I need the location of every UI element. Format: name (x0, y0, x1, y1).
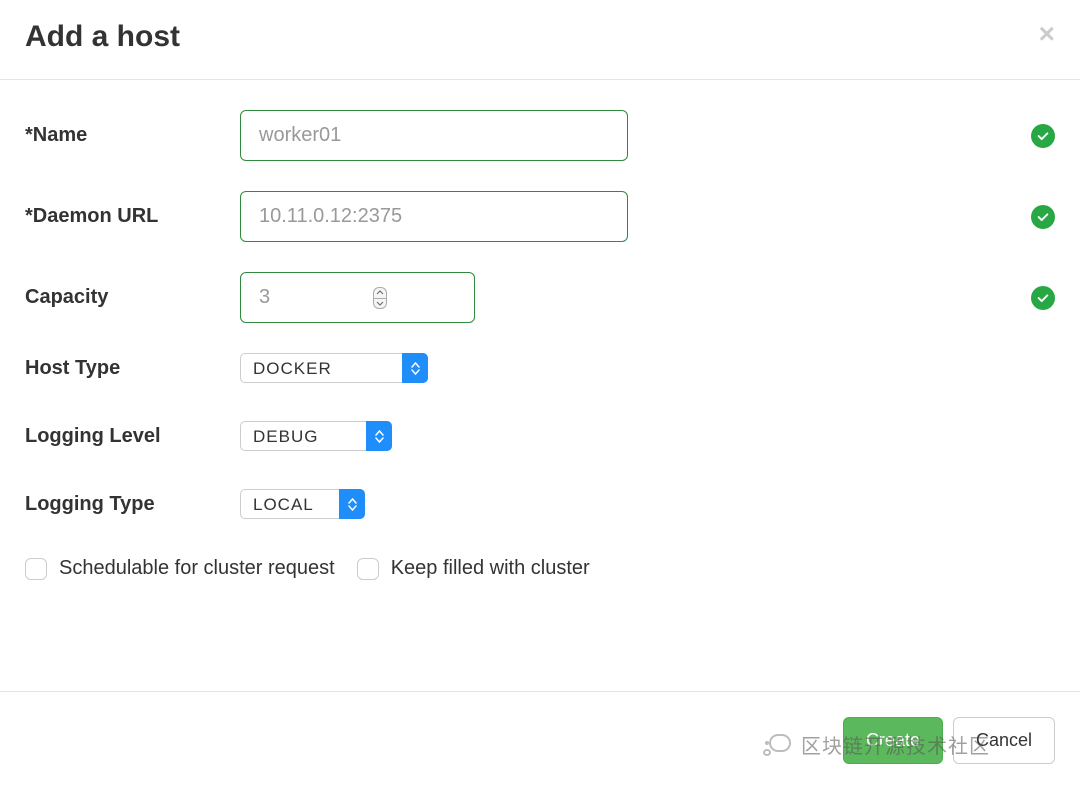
form-row-logging-level: Logging Level DEBUG (25, 421, 1055, 451)
form-row-name: *Name (25, 110, 1055, 161)
chevron-down-icon (376, 301, 384, 306)
schedulable-checkbox[interactable] (25, 558, 47, 580)
logging-type-label: Logging Type (25, 493, 240, 516)
logging-type-select-wrap: LOCAL (240, 489, 365, 519)
keep-filled-label: Keep filled with cluster (391, 557, 590, 580)
form-row-host-type: Host Type DOCKER (25, 353, 1055, 383)
check-circle-icon (1031, 124, 1055, 148)
name-input[interactable] (240, 110, 628, 161)
capacity-input-wrap (240, 272, 475, 323)
name-label: *Name (25, 124, 240, 147)
form-row-logging-type: Logging Type LOCAL (25, 489, 1055, 519)
logging-level-select[interactable]: DEBUG (240, 421, 392, 451)
modal-footer: Create Cancel (0, 691, 1080, 789)
spinner-down-button[interactable] (373, 298, 387, 309)
modal-header: Add a host × (0, 0, 1080, 80)
logging-level-select-wrap: DEBUG (240, 421, 392, 451)
number-spinner (373, 287, 387, 309)
host-type-select[interactable]: DOCKER (240, 353, 428, 383)
keep-filled-checkbox[interactable] (357, 558, 379, 580)
logging-level-label: Logging Level (25, 425, 240, 448)
daemon-url-input[interactable] (240, 191, 628, 242)
create-button[interactable]: Create (843, 717, 943, 764)
cancel-button[interactable]: Cancel (953, 717, 1055, 764)
spinner-up-button[interactable] (373, 287, 387, 298)
logging-type-select[interactable]: LOCAL (240, 489, 365, 519)
schedulable-label: Schedulable for cluster request (59, 557, 335, 580)
capacity-input[interactable] (240, 272, 475, 323)
host-type-select-wrap: DOCKER (240, 353, 428, 383)
close-icon: × (1039, 18, 1055, 49)
close-button[interactable]: × (1039, 20, 1055, 48)
checkbox-row: Schedulable for cluster request Keep fil… (25, 557, 1055, 580)
host-type-label: Host Type (25, 357, 240, 380)
capacity-label: Capacity (25, 286, 240, 309)
chevron-up-icon (376, 290, 384, 295)
form-row-capacity: Capacity (25, 272, 1055, 323)
modal-title: Add a host (25, 20, 180, 54)
modal-body: *Name *Daemon URL Capacity (0, 80, 1080, 610)
daemon-url-label: *Daemon URL (25, 205, 240, 228)
check-circle-icon (1031, 205, 1055, 229)
form-row-daemon-url: *Daemon URL (25, 191, 1055, 242)
check-circle-icon (1031, 286, 1055, 310)
